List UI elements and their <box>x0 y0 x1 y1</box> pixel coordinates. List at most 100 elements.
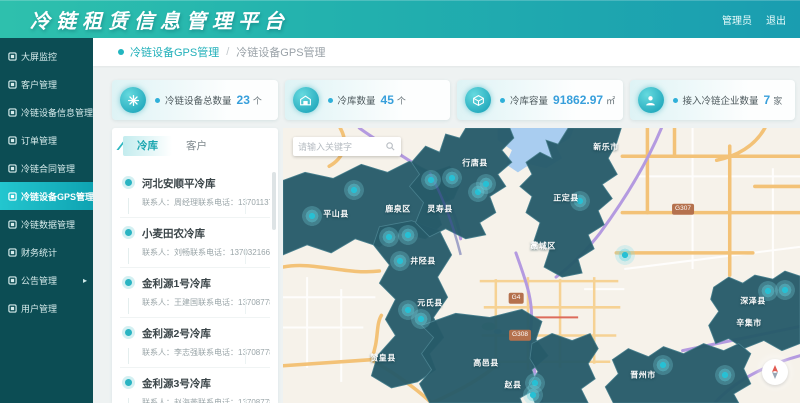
contact-name: 李志强 <box>174 348 198 357</box>
district-label: 藁城区 <box>530 241 556 252</box>
cold-storage-dot-icon <box>122 376 135 389</box>
menu-grid-icon <box>8 136 17 145</box>
stat-unit: 个 <box>397 94 406 107</box>
cold-storage-name: 金利源1号冷库 <box>142 278 211 290</box>
scrollbar-thumb[interactable] <box>272 172 276 230</box>
breadcrumb-current: 冷链设备GPS管理 <box>236 44 325 60</box>
district-label: 赵县 <box>505 380 522 391</box>
phone-label: 联系电话： <box>198 298 238 307</box>
map-marker[interactable] <box>615 245 635 265</box>
sidebar-item[interactable]: 订单管理 ▸ <box>0 126 93 154</box>
map-canvas[interactable]: 平山县鹿泉区灵寿县行唐县新乐市正定县藁城区井陉县元氏县赞皇县高邑县赵县晋州市深泽… <box>283 128 800 403</box>
header-user-area: 管理员 退出 <box>722 0 786 38</box>
sidebar-item[interactable]: 冷链数据管理 ▸ <box>0 210 93 238</box>
map-marker[interactable] <box>476 174 496 194</box>
contact-label: 联系人： <box>142 298 174 307</box>
breadcrumb-root[interactable]: 冷链设备GPS管理 <box>130 44 219 60</box>
stat-label: 冷库数量 <box>338 93 376 107</box>
logout-button[interactable]: 退出 <box>766 12 786 27</box>
phone-label: 联系电话： <box>198 348 238 357</box>
map-marker[interactable] <box>344 180 364 200</box>
sidebar-item-label: 冷链合同管理 <box>21 162 75 175</box>
map-marker[interactable] <box>421 170 441 190</box>
sidebar-item[interactable]: 冷链合同管理 ▸ <box>0 154 93 182</box>
sidebar-item[interactable]: 大屏监控 ▸ <box>0 42 93 70</box>
map-marker[interactable] <box>379 227 399 247</box>
contact-label: 联系人： <box>142 248 174 257</box>
district-label: 平山县 <box>323 209 349 220</box>
sidebar-item[interactable]: 冷链设备信息管理 ▸ <box>0 98 93 126</box>
scrollbar[interactable] <box>272 172 276 399</box>
contact-label: 联系人： <box>142 198 174 207</box>
list-item[interactable]: 河北安顺平冷库 联系人：周经理 联系电话：13701137117 <box>120 168 270 218</box>
list-item[interactable]: 小麦田农冷库 联系人：刘畅 联系电话：13703216608 <box>120 218 270 268</box>
district-name: 赵县 <box>505 381 522 390</box>
sidebar-item[interactable]: 冷链设备GPS管理 ▸ <box>0 182 93 210</box>
contact-name: 刘畅 <box>174 248 190 257</box>
district-name: 高邑县 <box>473 359 499 368</box>
map-marker[interactable] <box>390 251 410 271</box>
map-search-input[interactable] <box>298 142 385 152</box>
sidebar-item-label: 公告管理 <box>21 274 57 287</box>
district-label: 正定县 <box>553 193 579 204</box>
map-marker[interactable] <box>775 280 795 300</box>
menu-grid-icon <box>8 248 17 257</box>
district-label: 晋州市 <box>630 370 656 381</box>
list-item[interactable]: 金利源3号冷库 联系人：赵海燕 联系电话：13708778190 <box>120 368 270 403</box>
breadcrumb-dot-icon <box>118 49 124 55</box>
list-item-meta: 联系人：李志强 联系电话：13708778156 <box>142 347 268 358</box>
stat-card-storages: 冷库数量 45 个 <box>285 80 451 120</box>
tab-label: 客户 <box>186 140 207 152</box>
list-item[interactable]: 金利源1号冷库 联系人：王建国 联系电话：13708778123 <box>120 268 270 318</box>
storage-list: 河北安顺平冷库 联系人：周经理 联系电话：13701137117 小麦田农冷库 … <box>120 168 270 403</box>
phone-number: 13708778123 <box>238 298 270 307</box>
list-item-meta: 联系人：王建国 联系电话：13708778123 <box>142 297 268 308</box>
map-marker[interactable] <box>523 385 543 403</box>
district-label: 深泽县 <box>740 296 766 307</box>
district-label: 高邑县 <box>473 358 499 369</box>
map-marker[interactable] <box>398 225 418 245</box>
sidebar-item[interactable]: 客户管理 ▸ <box>0 70 93 98</box>
bullet-dot-icon <box>500 98 505 103</box>
sidebar-item-label: 用户管理 <box>21 302 57 315</box>
warehouse-icon <box>293 87 319 113</box>
tab[interactable]: 冷库 <box>123 136 172 156</box>
tab[interactable]: 客户 <box>172 136 221 156</box>
sidebar-item[interactable]: 用户管理 ▸ <box>0 294 93 322</box>
stat-card-capacity: 冷库容量 91862.97 ㎡ <box>457 80 623 120</box>
snowflake-icon <box>120 87 146 113</box>
chevron-right-icon: ▸ <box>83 276 87 285</box>
bullet-dot-icon <box>155 98 160 103</box>
district-label: 井陉县 <box>410 256 436 267</box>
district-label: 鹿泉区 <box>385 204 411 215</box>
cold-storage-dot-icon <box>122 226 135 239</box>
list-item-meta: 联系人：刘畅 联系电话：13703216608 <box>142 247 268 258</box>
sidebar-item-label: 订单管理 <box>21 134 57 147</box>
sidebar-item-label: 冷链设备信息管理 <box>21 106 93 119</box>
tabs-wrap: 冷库 客户 <box>123 136 270 156</box>
road-shield-label: G307 <box>672 204 694 215</box>
sidebar-item[interactable]: 财务统计 ▸ <box>0 238 93 266</box>
district-label: 新乐市 <box>593 142 619 153</box>
breadcrumb-separator: / <box>226 46 229 58</box>
search-icon[interactable] <box>385 141 396 152</box>
user-name[interactable]: 管理员 <box>722 12 752 27</box>
map-marker[interactable] <box>715 365 735 385</box>
map-marker[interactable] <box>411 309 431 329</box>
district-name: 新乐市 <box>593 143 619 152</box>
menu-grid-icon <box>8 276 17 285</box>
stat-value: 23 <box>237 93 250 107</box>
district-name: 灵寿县 <box>427 205 453 214</box>
road-shield-label: G4 <box>509 293 524 304</box>
stat-label: 接入冷链企业数量 <box>683 93 759 107</box>
sidebar-item[interactable]: 公告管理 ▸ <box>0 266 93 294</box>
map-marker[interactable] <box>442 168 462 188</box>
sidebar-item-label: 大屏监控 <box>21 50 57 63</box>
map-marker[interactable] <box>302 206 322 226</box>
cold-storage-name: 小麦田农冷库 <box>142 228 205 240</box>
bullet-dot-icon <box>328 98 333 103</box>
list-item[interactable]: 金利源2号冷库 联系人：李志强 联系电话：13708778156 <box>120 318 270 368</box>
compass-control[interactable] <box>762 359 788 385</box>
phone-label: 联系电话： <box>198 198 238 207</box>
contact-label: 联系人： <box>142 348 174 357</box>
